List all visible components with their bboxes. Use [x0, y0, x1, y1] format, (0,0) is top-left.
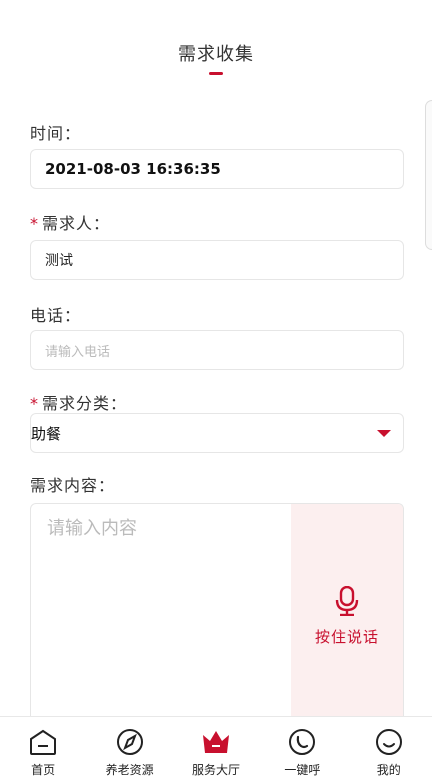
tab-label: 养老资源 [105, 763, 154, 777]
page-title: 需求收集 [178, 44, 254, 65]
tab-one-key-call[interactable]: 一键呼 [262, 717, 342, 778]
home-icon [30, 729, 57, 755]
tab-elder-resources[interactable]: 养老资源 [90, 717, 170, 778]
content-area: 请输入内容 按住说话 [30, 503, 404, 718]
title-underline [209, 72, 223, 75]
content-input[interactable]: 请输入内容 [31, 504, 291, 718]
tab-service-hall[interactable]: 服务大厅 [176, 717, 256, 778]
required-mark: * [30, 214, 39, 233]
hold-to-talk-label: 按住说话 [314, 627, 379, 646]
tab-label: 首页 [31, 763, 56, 777]
tab-label: 服务大厅 [191, 763, 240, 777]
tab-home[interactable]: 首页 [3, 717, 83, 778]
requester-value: 测试 [45, 253, 73, 269]
bottom-tab-bar: 首页 养老资源 服务大厅 一键呼 我的 [0, 716, 432, 783]
category-label: * 需求分类： [30, 390, 127, 414]
content-label: 需求内容： [30, 476, 116, 495]
compass-icon [116, 729, 143, 755]
requester-field[interactable]: 测试 [30, 240, 404, 280]
phone-label: 电话： [30, 306, 82, 325]
scroll-indicator[interactable] [425, 100, 432, 250]
time-value: 2021-08-03 16:36:35 [45, 160, 221, 178]
category-value: 助餐 [31, 424, 62, 443]
tab-label: 我的 [376, 763, 401, 777]
microphone-icon [335, 585, 359, 616]
category-label-text: 需求分类： [42, 394, 128, 413]
hold-to-talk-button[interactable]: 按住说话 [291, 504, 403, 718]
tab-label: 一键呼 [284, 763, 321, 777]
smile-icon [375, 729, 402, 755]
time-label: 时间： [30, 124, 82, 143]
content-placeholder: 请输入内容 [47, 518, 137, 539]
crown-icon [202, 731, 229, 753]
requester-label-text: 需求人： [42, 214, 111, 233]
page-header: 需求收集 [0, 40, 432, 75]
required-mark: * [30, 394, 39, 413]
caret-down-icon [377, 429, 391, 437]
tab-mine[interactable]: 我的 [349, 717, 429, 778]
time-field[interactable]: 2021-08-03 16:36:35 [30, 149, 404, 189]
phone-input[interactable]: 请输入电话 [30, 330, 404, 370]
phone-placeholder: 请输入电话 [45, 344, 111, 360]
requester-label: * 需求人： [30, 210, 110, 234]
phone-icon [289, 729, 316, 755]
category-select[interactable]: 助餐 [30, 413, 404, 453]
